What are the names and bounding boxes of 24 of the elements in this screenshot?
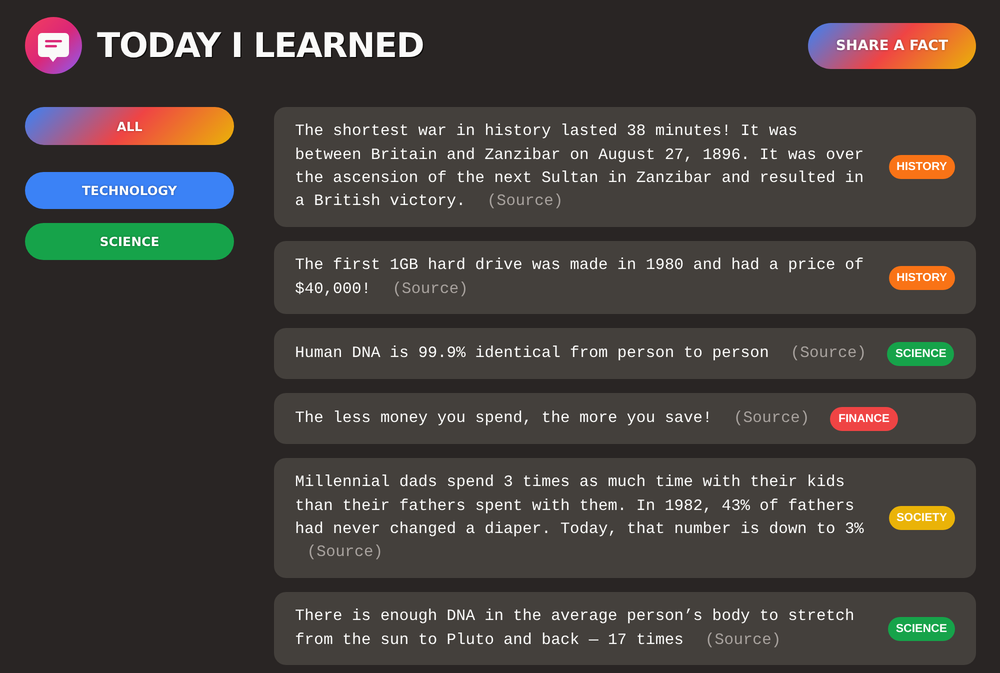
source-link[interactable]: (Source) [790, 344, 866, 362]
category-tag: FINANCE [830, 406, 898, 431]
source-link[interactable]: (Source) [307, 543, 383, 562]
fact-text: Human DNA is 99.9% identical from person to person (Source) [295, 343, 866, 364]
fact-text: There is enough DNA in the average person’s body to stretch from the sun to Pluto and back — 17 times (Source) [295, 606, 856, 651]
fact-text: Millennial dads spend 3 times as much time with their kids than their fathers spent with them. In 1982, 43% of fathers had never changed a diaper. Today, that number is down to 3% (Source) [295, 472, 865, 564]
category-tag: SOCIETY [888, 506, 955, 530]
all-categories-button[interactable]: ALL [25, 107, 234, 145]
source-link[interactable]: (Source) [734, 408, 810, 427]
fact-text: The less money you spend, the more you save! (Source) [295, 408, 810, 429]
category-tag: HISTORY [888, 266, 955, 290]
app-title: TODAY I LEARNED [97, 26, 424, 66]
category-tag: SCIENCE [887, 342, 954, 366]
fact-text: The shortest war in history lasted 38 minutes! It was between Britain and Zanzibar on August 27, 1896. It was over the ascension of the next Sultan in Zanzibar and resulted in a British victory. (Source) [295, 121, 865, 212]
source-link[interactable]: (Source) [487, 192, 563, 210]
source-link[interactable]: (Source) [392, 280, 468, 298]
fact-text: The first 1GB hard drive was made in 1980 and had a price of $40,000! (Source) [295, 255, 865, 300]
source-link[interactable]: (Source) [705, 630, 781, 649]
category-button[interactable]: TECHNOLOGY [25, 172, 234, 209]
speech-bubble-logo-icon [25, 17, 82, 74]
share-fact-button[interactable]: SHARE A FACT [808, 22, 976, 68]
category-tag: SCIENCE [888, 616, 955, 641]
category-button[interactable]: SCIENCE [25, 223, 234, 260]
category-tag: HISTORY [888, 154, 955, 179]
